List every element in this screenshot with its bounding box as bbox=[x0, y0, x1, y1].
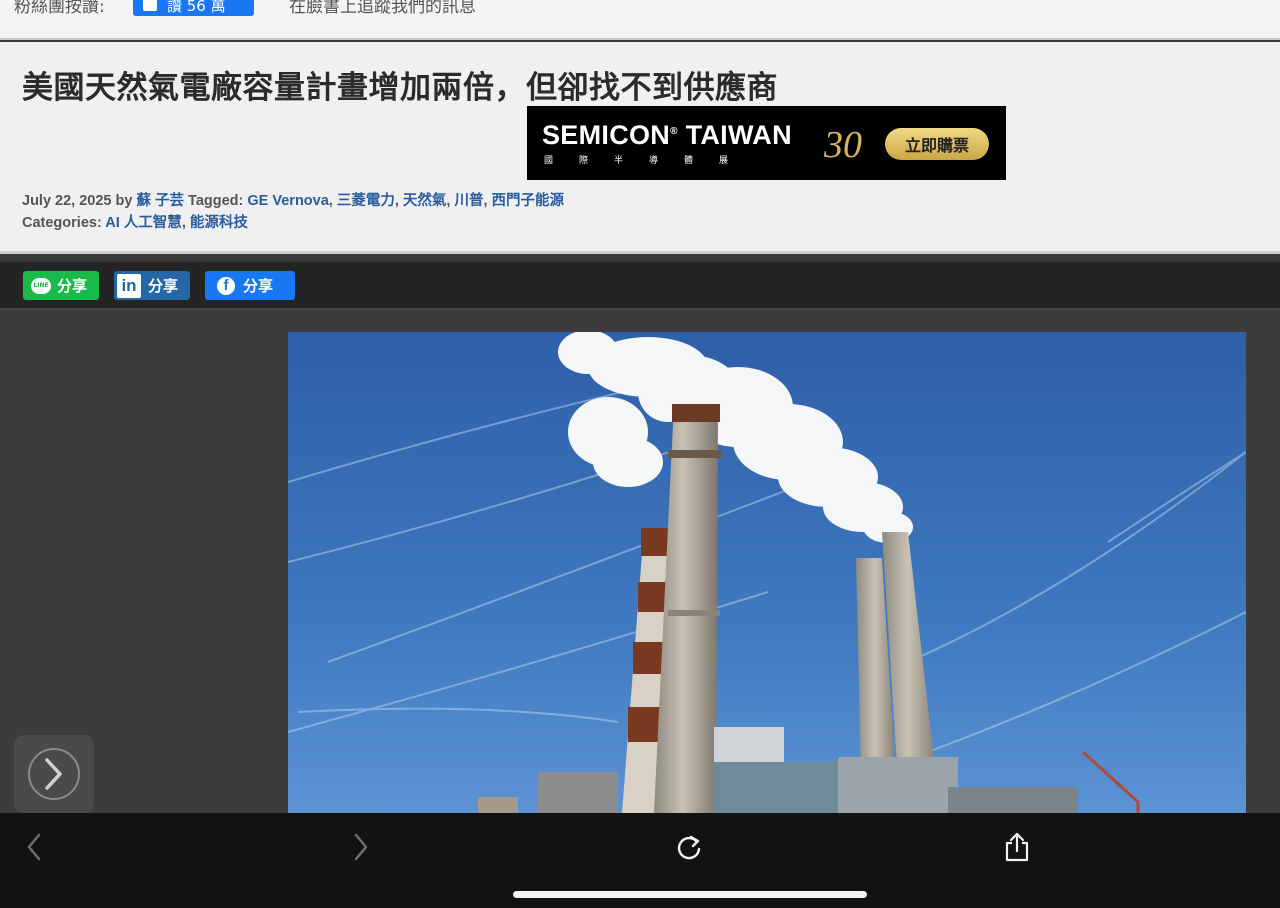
facebook-icon: f bbox=[217, 276, 235, 295]
tag-link[interactable]: 天然氣 bbox=[403, 193, 447, 209]
chevron-left-icon bbox=[27, 833, 41, 861]
reload-button[interactable] bbox=[669, 829, 709, 865]
linkedin-icon: in bbox=[117, 273, 141, 298]
browser-toolbar bbox=[0, 813, 1280, 908]
author-link[interactable]: 蘇 子芸 bbox=[136, 193, 184, 209]
line-icon: LINE bbox=[31, 277, 51, 294]
category-link[interactable]: 能源科技 bbox=[190, 215, 248, 231]
thumbs-up-icon bbox=[143, 0, 157, 11]
back-button[interactable] bbox=[14, 829, 54, 865]
fans-label: 粉絲團按讚: bbox=[14, 0, 105, 17]
by-label: by bbox=[115, 193, 133, 209]
facebook-share-button[interactable]: f 分享 bbox=[205, 271, 295, 300]
tag-link[interactable]: 西門子能源 bbox=[492, 193, 565, 209]
linkedin-share-button[interactable]: in 分享 bbox=[114, 271, 190, 300]
category-link[interactable]: AI 人工智慧 bbox=[105, 215, 182, 231]
post-date: July 22, 2025 bbox=[22, 193, 112, 209]
reload-icon bbox=[677, 835, 701, 860]
article-content bbox=[0, 310, 1280, 813]
article-title: 美國天然氣電廠容量計畫增加兩倍，但卻找不到供應商 bbox=[22, 70, 778, 106]
floating-next-button[interactable] bbox=[14, 735, 94, 813]
share-bar: LINE 分享 in 分享 f 分享 bbox=[0, 262, 1280, 310]
power-plant-photo bbox=[288, 332, 1246, 813]
tag-link[interactable]: 三菱電力 bbox=[337, 193, 395, 209]
forward-button[interactable] bbox=[341, 829, 381, 865]
home-indicator[interactable] bbox=[513, 891, 867, 898]
line-share-label: 分享 bbox=[57, 277, 88, 295]
linkedin-share-label: 分享 bbox=[148, 277, 179, 295]
article-meta: July 22, 2025 by 蘇 子芸 Tagged: GE Vernova… bbox=[22, 190, 564, 234]
line-share-button[interactable]: LINE 分享 bbox=[23, 271, 99, 300]
follow-text[interactable]: 在臉書上追蹤我們的訊息 bbox=[289, 0, 476, 17]
facebook-like-button[interactable]: 讚 56 萬 bbox=[133, 0, 254, 16]
fan-page-strip: 粉絲團按讚: 讚 56 萬 在臉書上追蹤我們的訊息 bbox=[0, 0, 1280, 40]
meta-line-2: Categories: AI 人工智慧, 能源科技 bbox=[22, 215, 248, 231]
meta-line-1: July 22, 2025 by 蘇 子芸 Tagged: GE Vernova… bbox=[22, 193, 565, 209]
ad-anniversary-mark: 30 bbox=[824, 124, 862, 166]
categories-label: Categories: bbox=[22, 215, 102, 231]
semicon-ad-banner[interactable]: SEMICON® TAIWAN 國際半導體展 30 立即購票 bbox=[527, 106, 1006, 180]
chevron-right-icon bbox=[45, 758, 62, 790]
ad-buy-ticket-button[interactable]: 立即購票 bbox=[885, 128, 989, 160]
share-icon bbox=[1005, 832, 1029, 862]
tag-link[interactable]: 川普 bbox=[454, 193, 483, 209]
ad-subtext: 國際半導體展 bbox=[544, 156, 755, 166]
like-count-label: 讚 56 萬 bbox=[167, 0, 226, 15]
tag-link[interactable]: GE Vernova bbox=[247, 193, 328, 209]
article-header: 美國天然氣電廠容量計畫增加兩倍，但卻找不到供應商 SEMICON® TAIWAN… bbox=[0, 42, 1280, 254]
ad-headline: SEMICON® TAIWAN bbox=[542, 120, 792, 150]
tagged-label: Tagged: bbox=[188, 193, 244, 209]
chevron-right-icon bbox=[354, 833, 368, 861]
facebook-share-label: 分享 bbox=[243, 277, 274, 295]
share-page-button[interactable] bbox=[997, 829, 1037, 865]
